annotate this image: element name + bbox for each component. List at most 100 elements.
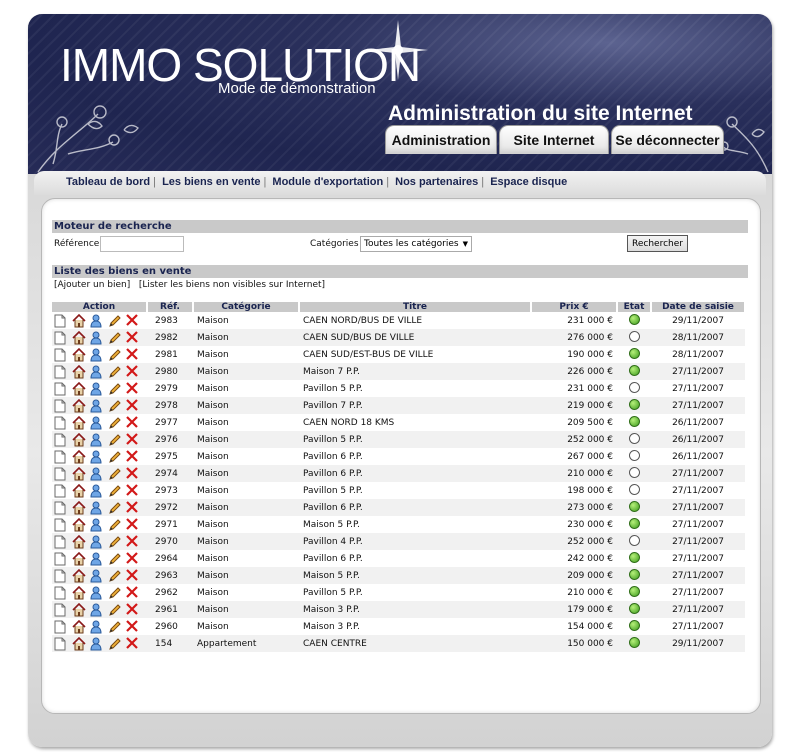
house-icon[interactable] <box>72 602 86 617</box>
delete-cross-icon[interactable] <box>126 432 140 447</box>
tab-site-internet[interactable]: Site Internet <box>499 125 609 154</box>
document-icon[interactable] <box>54 552 68 566</box>
delete-cross-icon[interactable] <box>126 517 140 532</box>
person-icon[interactable] <box>90 535 104 549</box>
pencil-icon[interactable] <box>108 314 122 328</box>
delete-cross-icon[interactable] <box>126 585 140 600</box>
house-icon[interactable] <box>72 313 86 328</box>
person-icon[interactable] <box>90 399 104 413</box>
status-indicator-icon[interactable] <box>628 602 640 614</box>
subnav-dashboard[interactable]: Tableau de bord <box>66 176 150 188</box>
delete-cross-icon[interactable] <box>126 551 140 566</box>
status-indicator-icon[interactable] <box>628 636 640 648</box>
pencil-icon[interactable] <box>108 552 122 566</box>
subnav-disk-space[interactable]: Espace disque <box>490 176 567 188</box>
pencil-icon[interactable] <box>108 416 122 430</box>
document-icon[interactable] <box>54 620 68 634</box>
delete-cross-icon[interactable] <box>126 466 140 481</box>
person-icon[interactable] <box>90 552 104 566</box>
person-icon[interactable] <box>90 450 104 464</box>
status-indicator-icon[interactable] <box>628 415 640 427</box>
house-icon[interactable] <box>72 568 86 583</box>
delete-cross-icon[interactable] <box>126 449 140 464</box>
pencil-icon[interactable] <box>108 348 122 362</box>
table-row[interactable]: 2971 Maison Maison 5 P.P. 230 000 € 27/11/20… <box>52 516 745 533</box>
table-row[interactable]: 2972 Maison Pavillon 6 P.P. 273 000 € 27/11/… <box>52 499 745 516</box>
table-row[interactable]: 2975 Maison Pavillon 6 P.P. 267 000 € 26/11/… <box>52 448 745 465</box>
house-icon[interactable] <box>72 398 86 413</box>
pencil-icon[interactable] <box>108 586 122 600</box>
delete-cross-icon[interactable] <box>126 347 140 362</box>
person-icon[interactable] <box>90 382 104 396</box>
document-icon[interactable] <box>54 450 68 464</box>
house-icon[interactable] <box>72 517 86 532</box>
person-icon[interactable] <box>90 433 104 447</box>
house-icon[interactable] <box>72 432 86 447</box>
status-indicator-icon[interactable] <box>628 619 640 631</box>
subnav-properties-for-sale[interactable]: Les biens en vente <box>162 176 260 188</box>
status-indicator-icon[interactable] <box>628 534 640 546</box>
person-icon[interactable] <box>90 484 104 498</box>
house-icon[interactable] <box>72 483 86 498</box>
document-icon[interactable] <box>54 314 68 328</box>
col-category[interactable]: Catégorie <box>193 302 300 312</box>
reference-input[interactable] <box>100 236 184 252</box>
table-row[interactable]: 2978 Maison Pavillon 7 P.P. 219 000 € 27/11/… <box>52 397 745 414</box>
table-row[interactable]: 2981 Maison CAEN SUD/EST-BUS DE VILLE 190 0… <box>52 346 745 363</box>
document-icon[interactable] <box>54 382 68 396</box>
table-row[interactable]: 2960 Maison Maison 3 P.P. 154 000 € 27/11/20… <box>52 618 745 635</box>
house-icon[interactable] <box>72 551 86 566</box>
house-icon[interactable] <box>72 636 86 651</box>
status-indicator-icon[interactable] <box>628 585 640 597</box>
delete-cross-icon[interactable] <box>126 483 140 498</box>
house-icon[interactable] <box>72 364 86 379</box>
house-icon[interactable] <box>72 330 86 345</box>
col-status[interactable]: Etat <box>617 302 652 312</box>
col-title[interactable]: Titre <box>299 302 532 312</box>
delete-cross-icon[interactable] <box>126 602 140 617</box>
delete-cross-icon[interactable] <box>126 381 140 396</box>
document-icon[interactable] <box>54 484 68 498</box>
pencil-icon[interactable] <box>108 365 122 379</box>
table-row[interactable]: 2983 Maison CAEN NORD/BUS DE VILLE 231 000 … <box>52 312 745 329</box>
pencil-icon[interactable] <box>108 620 122 634</box>
person-icon[interactable] <box>90 331 104 345</box>
person-icon[interactable] <box>90 518 104 532</box>
person-icon[interactable] <box>90 637 104 651</box>
hidden-properties-link[interactable]: [Lister les biens non visibles sur Inter… <box>139 280 325 290</box>
tab-logout[interactable]: Se déconnecter <box>611 125 724 154</box>
document-icon[interactable] <box>54 365 68 379</box>
pencil-icon[interactable] <box>108 603 122 617</box>
person-icon[interactable] <box>90 569 104 583</box>
person-icon[interactable] <box>90 501 104 515</box>
table-row[interactable]: 2979 Maison Pavillon 5 P.P. 231 000 € 27/11/… <box>52 380 745 397</box>
person-icon[interactable] <box>90 348 104 362</box>
document-icon[interactable] <box>54 569 68 583</box>
status-indicator-icon[interactable] <box>628 568 640 580</box>
tab-administration[interactable]: Administration <box>385 125 497 154</box>
status-indicator-icon[interactable] <box>628 517 640 529</box>
col-price[interactable]: Prix € <box>531 302 618 312</box>
status-indicator-icon[interactable] <box>628 432 640 444</box>
person-icon[interactable] <box>90 314 104 328</box>
table-row[interactable]: 2964 Maison Pavillon 6 P.P. 242 000 € 27/11/… <box>52 550 745 567</box>
person-icon[interactable] <box>90 365 104 379</box>
pencil-icon[interactable] <box>108 450 122 464</box>
subnav-export-module[interactable]: Module d'exportation <box>272 176 383 188</box>
document-icon[interactable] <box>54 331 68 345</box>
table-row[interactable]: 154 Appartement CAEN CENTRE 150 000 € 29/11/… <box>52 635 745 652</box>
pencil-icon[interactable] <box>108 518 122 532</box>
pencil-icon[interactable] <box>108 382 122 396</box>
document-icon[interactable] <box>54 501 68 515</box>
pencil-icon[interactable] <box>108 331 122 345</box>
document-icon[interactable] <box>54 518 68 532</box>
status-indicator-icon[interactable] <box>628 330 640 342</box>
delete-cross-icon[interactable] <box>126 500 140 515</box>
status-indicator-icon[interactable] <box>628 313 640 325</box>
table-row[interactable]: 2973 Maison Pavillon 5 P.P. 198 000 € 27/11/… <box>52 482 745 499</box>
document-icon[interactable] <box>54 467 68 481</box>
document-icon[interactable] <box>54 416 68 430</box>
pencil-icon[interactable] <box>108 501 122 515</box>
house-icon[interactable] <box>72 466 86 481</box>
pencil-icon[interactable] <box>108 484 122 498</box>
